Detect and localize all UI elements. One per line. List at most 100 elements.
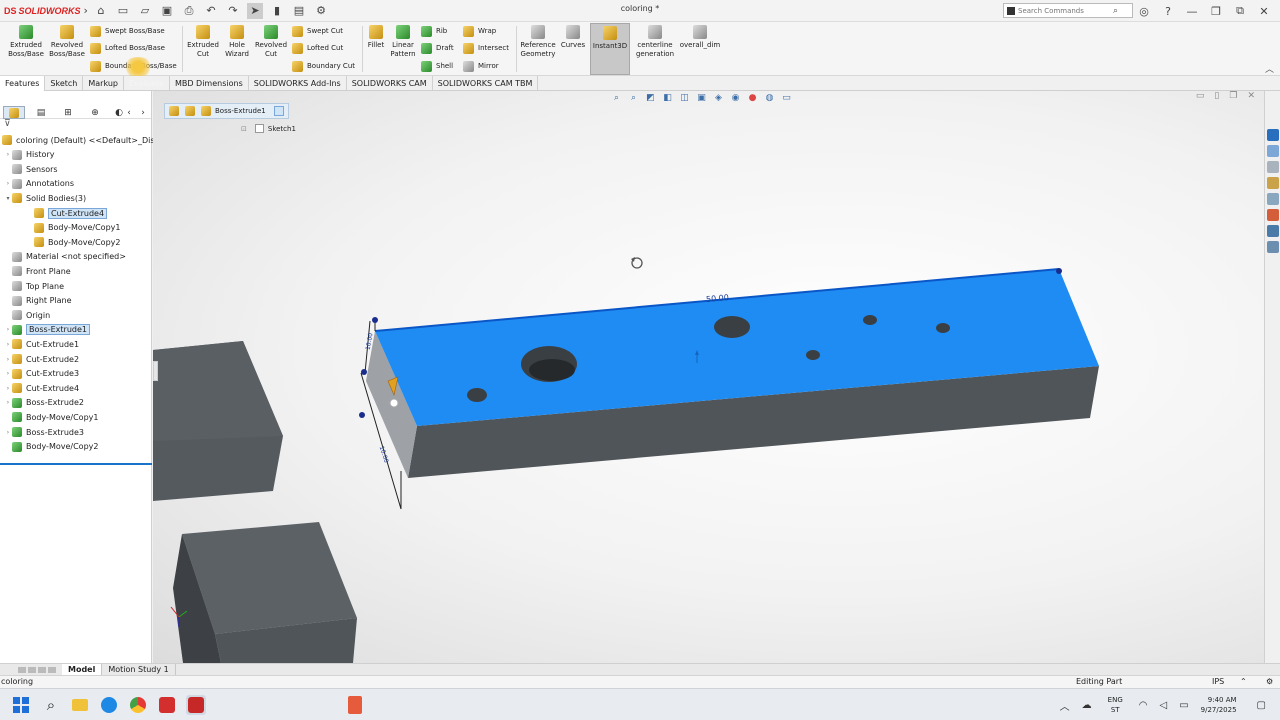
swept-cut-button[interactable]: Swept Cut bbox=[292, 24, 343, 38]
file-explorer-taskbar-icon[interactable] bbox=[70, 695, 90, 715]
account-icon[interactable]: ◎ bbox=[1136, 3, 1152, 19]
tray-overflow-icon[interactable]: ︿ bbox=[1060, 698, 1070, 713]
tab-model[interactable]: Model bbox=[62, 664, 103, 675]
tray-app-icon[interactable]: ☁ bbox=[1082, 700, 1092, 711]
collapse-panel-handle[interactable] bbox=[153, 361, 158, 381]
search-taskbar-icon[interactable]: ⌕ bbox=[41, 695, 61, 715]
close-icon[interactable]: ✕ bbox=[1256, 3, 1272, 19]
tree-item[interactable]: Front Plane bbox=[4, 264, 71, 278]
hole-wizard-button[interactable]: Hole Wizard bbox=[220, 25, 254, 59]
tree-item[interactable]: Body-Move/Copy2 bbox=[26, 235, 120, 249]
tree-item[interactable]: Cut-Extrude4 bbox=[26, 206, 108, 220]
tree-item[interactable]: Right Plane bbox=[4, 294, 72, 308]
tree-item[interactable]: Material <not specified> bbox=[4, 250, 126, 264]
forum-icon[interactable] bbox=[1267, 225, 1279, 237]
clock[interactable]: 9:40 AM 9/27/2025 bbox=[1201, 695, 1237, 715]
extruded-cut-button[interactable]: Extruded Cut bbox=[185, 25, 221, 59]
windows-start-icon[interactable] bbox=[11, 695, 31, 715]
volume-icon[interactable]: ◁ bbox=[1159, 700, 1167, 711]
help-icon[interactable]: ? bbox=[1160, 3, 1176, 19]
model-tab-navigation[interactable] bbox=[0, 664, 62, 675]
language-indicator[interactable]: ENG ST bbox=[1108, 695, 1123, 715]
design-library-icon[interactable] bbox=[1267, 145, 1279, 157]
hide-show-icon[interactable]: ◉ bbox=[729, 93, 742, 104]
tab-motion-study-1[interactable]: Motion Study 1 bbox=[102, 664, 176, 675]
notes-icon[interactable] bbox=[1267, 241, 1279, 253]
tree-item[interactable]: › Boss-Extrude1 bbox=[4, 323, 90, 337]
tree-root[interactable]: coloring (Default) <<Default>_Display bbox=[2, 133, 171, 147]
select-icon[interactable]: ➤ bbox=[247, 2, 263, 19]
breadcrumb-sketch-icon[interactable] bbox=[273, 106, 284, 116]
expand-arrow-icon[interactable]: › bbox=[4, 385, 12, 392]
feature-manager-tab[interactable] bbox=[3, 106, 25, 119]
solidworks-resources-icon[interactable] bbox=[1267, 129, 1279, 141]
view-palette-icon[interactable] bbox=[1267, 177, 1279, 189]
dynamic-annotation-icon[interactable]: ◫ bbox=[678, 93, 691, 104]
mirror-button[interactable]: Mirror bbox=[463, 59, 499, 73]
tab-scroll-right-icon[interactable]: › bbox=[138, 106, 148, 119]
restore-icon[interactable]: ❐ bbox=[1208, 3, 1224, 19]
tab-cam[interactable]: SOLIDWORKS CAM bbox=[347, 76, 433, 91]
boundary-cut-button[interactable]: Boundary Cut bbox=[292, 59, 355, 73]
tree-item[interactable]: › Cut-Extrude4 bbox=[4, 381, 79, 395]
lofted-cut-button[interactable]: Lofted Cut bbox=[292, 41, 343, 55]
recorder-app-icon[interactable] bbox=[157, 695, 177, 715]
lofted-boss-button[interactable]: Lofted Boss/Base bbox=[90, 41, 165, 55]
minimize-icon[interactable]: — bbox=[1184, 3, 1200, 19]
configuration-manager-tab[interactable]: ⊞ bbox=[57, 106, 79, 119]
solidworks-taskbar-icon[interactable] bbox=[186, 695, 206, 715]
zoom-to-fit-icon[interactable]: ⌕ bbox=[610, 93, 623, 104]
breadcrumb-feature[interactable]: Boss-Extrude1 bbox=[215, 107, 266, 115]
rib-button[interactable]: Rib bbox=[421, 24, 447, 38]
redo-icon[interactable]: ↷ bbox=[225, 3, 241, 19]
expand-arrow-icon[interactable]: › bbox=[4, 370, 12, 377]
tree-item[interactable]: › Boss-Extrude3 bbox=[4, 425, 84, 439]
extruded-boss-button[interactable]: Extruded Boss/Base bbox=[6, 25, 46, 59]
print-icon[interactable]: ⎙ bbox=[181, 3, 197, 19]
undo-icon[interactable]: ↶ bbox=[203, 3, 219, 19]
filter-icon[interactable]: ⊽ bbox=[4, 119, 11, 129]
tree-item[interactable]: Sensors bbox=[4, 162, 58, 176]
collapse-arrow-icon[interactable]: ▾ bbox=[4, 195, 12, 202]
shell-button[interactable]: Shell bbox=[421, 59, 453, 73]
doc-minimize-icon[interactable]: ▭ bbox=[1196, 91, 1205, 101]
custom-properties-icon[interactable] bbox=[1267, 209, 1279, 221]
file-properties-icon[interactable]: ▤ bbox=[291, 3, 307, 19]
expand-arrow-icon[interactable]: › bbox=[4, 341, 12, 348]
pinned-app-icon[interactable] bbox=[345, 695, 365, 715]
breadcrumb-part-icon[interactable] bbox=[169, 106, 179, 116]
section-view-icon[interactable]: ◧ bbox=[661, 93, 674, 104]
swept-boss-button[interactable]: Swept Boss/Base bbox=[90, 24, 165, 38]
draft-button[interactable]: Draft bbox=[421, 41, 454, 55]
expand-arrow-icon[interactable]: › bbox=[4, 399, 12, 406]
home-icon[interactable]: ⌂ bbox=[93, 3, 109, 19]
doc-tile-icon[interactable]: ▯ bbox=[1214, 91, 1219, 101]
solidworks-logo[interactable]: DS SOLIDWORKS › bbox=[0, 3, 90, 19]
file-explorer-icon[interactable] bbox=[1267, 161, 1279, 173]
breadcrumb-feature-icon[interactable] bbox=[201, 106, 211, 116]
edit-appearance-icon[interactable]: ● bbox=[746, 93, 759, 104]
tab-sketch[interactable]: Sketch bbox=[45, 76, 84, 91]
search-commands-box[interactable]: ⌕ bbox=[1003, 3, 1133, 18]
expand-arrow-icon[interactable]: › bbox=[4, 356, 12, 363]
open-icon[interactable]: ▱ bbox=[137, 3, 153, 19]
tree-item[interactable]: › Cut-Extrude1 bbox=[4, 337, 79, 351]
units-dropdown-icon[interactable]: ⌃ bbox=[1240, 676, 1247, 688]
wifi-icon[interactable]: ◠ bbox=[1139, 700, 1148, 711]
breadcrumb-child[interactable]: ⊡ Sketch1 bbox=[241, 124, 296, 133]
dimxpert-tab[interactable]: ⊕ bbox=[84, 106, 106, 119]
tree-item[interactable]: Body-Move/Copy1 bbox=[4, 410, 98, 424]
zoom-to-area-icon[interactable]: ⌕ bbox=[627, 93, 640, 104]
rebuild-icon[interactable]: ▮ bbox=[269, 3, 285, 19]
tab-cam-tbm[interactable]: SOLIDWORKS CAM TBM bbox=[433, 76, 539, 91]
tree-item[interactable]: Top Plane bbox=[4, 279, 64, 293]
tree-item[interactable]: › History bbox=[4, 148, 54, 162]
centerline-generation-button[interactable]: centerline generation bbox=[634, 25, 676, 59]
new-document-icon[interactable]: ▭ bbox=[115, 3, 131, 19]
expand-arrow-icon[interactable]: › bbox=[4, 326, 12, 333]
tab-addins[interactable]: SOLIDWORKS Add-Ins bbox=[249, 76, 347, 91]
display-style-icon[interactable]: ◈ bbox=[712, 93, 725, 104]
expand-arrow-icon[interactable]: › bbox=[4, 151, 12, 158]
tree-item[interactable]: Origin bbox=[4, 308, 50, 322]
tab-mbd-dimensions[interactable]: MBD Dimensions bbox=[170, 76, 249, 91]
